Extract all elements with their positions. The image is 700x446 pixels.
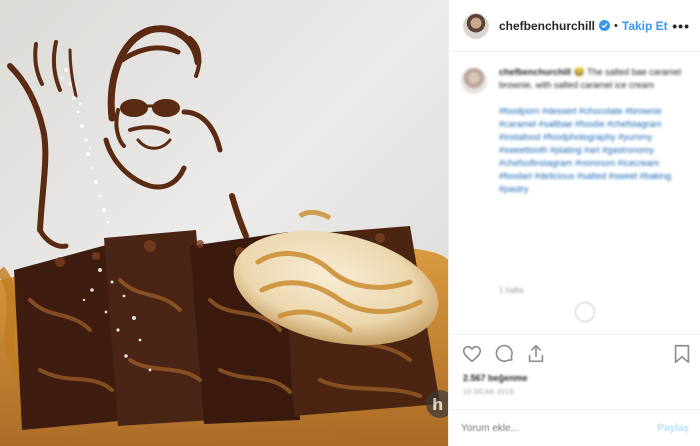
verified-icon	[599, 20, 611, 31]
comment-icon[interactable]	[493, 343, 515, 365]
caption-body: chefbenchurchill 😂 The salted bae carame…	[499, 66, 689, 196]
brownie-dessert-image: h	[0, 0, 448, 446]
comment-form: Paylaş	[449, 409, 700, 446]
share-icon[interactable]	[525, 343, 547, 365]
caption-hashtags[interactable]: #foodporn #dessert #chocolate #brownie #…	[499, 106, 671, 194]
bookmark-icon[interactable]	[671, 343, 693, 365]
separator-dot: •	[614, 19, 618, 32]
post-date: 10 OCAK 2019	[463, 389, 514, 396]
svg-text:h: h	[432, 395, 443, 414]
caption-username[interactable]: chefbenchurchill	[499, 67, 571, 77]
likes-count[interactable]: 2.567 beğenme	[463, 373, 528, 383]
post-header: chefbenchurchill • Takip Et •••	[449, 0, 700, 52]
post-actions: 2.567 beğenme 10 OCAK 2019 Paylaş	[449, 334, 700, 446]
avatar[interactable]	[463, 12, 489, 39]
heart-icon[interactable]	[461, 343, 483, 365]
caption-avatar[interactable]	[461, 68, 487, 94]
username-link[interactable]: chefbenchurchill	[499, 19, 595, 33]
post-side-panel: chefbenchurchill • Takip Et ••• chefbenc…	[448, 0, 700, 446]
post-photo[interactable]: h	[0, 0, 448, 446]
caption: chefbenchurchill 😂 The salted bae carame…	[461, 64, 689, 322]
comment-input[interactable]	[461, 423, 658, 434]
load-more-comments-icon[interactable]	[575, 302, 595, 322]
caption-time: 1 hafta	[499, 286, 524, 295]
action-icons	[461, 343, 693, 367]
more-options-icon[interactable]: •••	[672, 18, 690, 34]
post-comment-button[interactable]: Paylaş	[657, 423, 689, 434]
follow-button[interactable]: Takip Et	[622, 19, 668, 33]
